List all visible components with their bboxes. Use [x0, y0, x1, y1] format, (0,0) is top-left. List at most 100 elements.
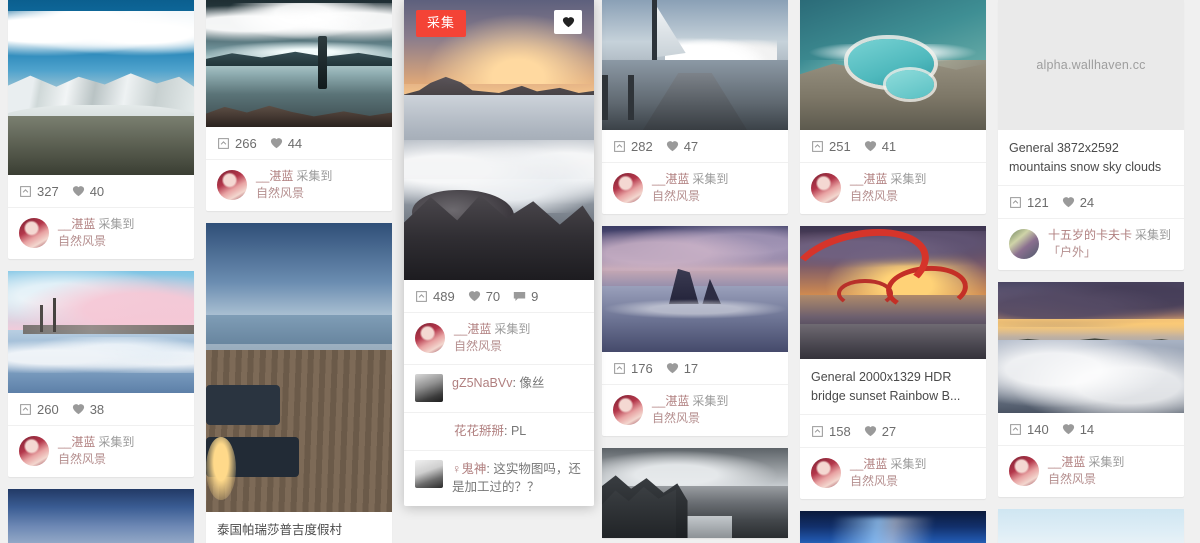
pin-card[interactable]: 泰国帕瑞莎普吉度假村 Paresa Resorts Phuket，一个幽静而 [206, 223, 392, 543]
board-name[interactable]: 自然风景 [850, 473, 926, 490]
avatar[interactable] [613, 173, 643, 203]
like-stat[interactable]: 40 [72, 184, 104, 199]
pin-image[interactable]: 采集 [404, 0, 594, 280]
repin-stat[interactable]: 121 [1009, 195, 1049, 210]
pin-user-row[interactable]: __湛蓝 采集到 自然风景 [800, 448, 986, 499]
pin-image[interactable] [800, 0, 986, 130]
repin-stat[interactable]: 260 [19, 402, 59, 417]
board-name[interactable]: 自然风景 [1048, 471, 1124, 488]
avatar[interactable] [811, 458, 841, 488]
user-name[interactable]: 十五岁的卡夫卡 [1048, 228, 1132, 242]
user-name[interactable]: __湛蓝 [652, 172, 689, 186]
commenter-name[interactable]: 花花掰掰 [454, 424, 504, 438]
avatar[interactable] [217, 170, 247, 200]
avatar[interactable] [811, 173, 841, 203]
like-stat[interactable]: 41 [864, 139, 896, 154]
pin-card[interactable]: 176 17 __湛蓝 采集到 自然风景 [602, 226, 788, 436]
user-name[interactable]: __湛蓝 [652, 394, 689, 408]
repin-stat[interactable]: 176 [613, 361, 653, 376]
pin-image[interactable] [800, 511, 986, 543]
avatar[interactable] [19, 218, 49, 248]
pin-user-row[interactable]: __湛蓝 采集到 自然风景 [602, 163, 788, 214]
pin-image[interactable] [800, 226, 986, 359]
like-stat[interactable]: 38 [72, 402, 104, 417]
pin-card[interactable]: 260 38 __湛蓝 采集到 自然风景 [8, 271, 194, 477]
user-name[interactable]: __湛蓝 [58, 435, 95, 449]
board-name[interactable]: 自然风景 [652, 188, 728, 205]
pin-user-row[interactable]: 十五岁的卡夫卡 采集到 「户外」 [998, 219, 1184, 270]
avatar[interactable] [613, 395, 643, 425]
board-name[interactable]: 自然风景 [256, 185, 332, 202]
like-stat[interactable]: 14 [1062, 422, 1094, 437]
like-stat[interactable]: 27 [864, 424, 896, 439]
avatar[interactable] [1009, 456, 1039, 486]
avatar[interactable] [1009, 229, 1039, 259]
pin-card[interactable] [602, 448, 788, 538]
pin-card[interactable]: General 2000x1329 HDR bridge sunset Rain… [800, 226, 986, 499]
like-button[interactable] [554, 10, 582, 34]
repin-stat[interactable]: 158 [811, 424, 851, 439]
board-name[interactable]: 自然风景 [850, 188, 926, 205]
pin-card[interactable]: 266 44 __湛蓝 采集到 自然风景 [206, 0, 392, 211]
pin-image[interactable] [206, 0, 392, 127]
repin-stat[interactable]: 489 [415, 289, 455, 304]
pin-image[interactable] [8, 271, 194, 393]
pin-card[interactable]: 327 40 __湛蓝 采集到 自然风景 [8, 0, 194, 259]
user-name[interactable]: __湛蓝 [454, 322, 491, 336]
pin-user-row[interactable]: __湛蓝 采集到 自然风景 [404, 313, 594, 364]
repin-stat[interactable]: 140 [1009, 422, 1049, 437]
repin-stat[interactable]: 327 [19, 184, 59, 199]
user-name[interactable]: __湛蓝 [1048, 455, 1085, 469]
repin-stat[interactable]: 266 [217, 136, 257, 151]
pin-image[interactable] [206, 223, 392, 512]
pin-card[interactable] [998, 509, 1184, 543]
pin-image[interactable] [998, 509, 1184, 543]
pin-image[interactable] [602, 448, 788, 538]
repin-stat[interactable]: 282 [613, 139, 653, 154]
pin-image[interactable] [602, 0, 788, 130]
commenter-name[interactable]: gZ5NaBVv [452, 376, 512, 390]
user-name[interactable]: __湛蓝 [850, 457, 887, 471]
pin-card[interactable] [8, 489, 194, 543]
comment-item[interactable]: gZ5NaBVv: 像丝 [404, 364, 594, 412]
pin-image[interactable] [602, 226, 788, 352]
like-stat[interactable]: 17 [666, 361, 698, 376]
pin-user-row[interactable]: __湛蓝 采集到 自然风景 [8, 208, 194, 259]
board-name[interactable]: 自然风景 [58, 233, 134, 250]
comment-stat[interactable]: 9 [513, 289, 538, 304]
like-stat[interactable]: 47 [666, 139, 698, 154]
board-name[interactable]: 自然风景 [652, 410, 728, 427]
pin-card-hovered[interactable]: 采集 489 70 9 __湛蓝 采集到 自然风景 gZ5NaBVv: 像丝 花… [404, 0, 594, 506]
user-name[interactable]: __湛蓝 [58, 217, 95, 231]
pin-image[interactable] [8, 489, 194, 543]
board-name[interactable]: 「户外」 [1048, 244, 1171, 261]
pin-image[interactable] [998, 282, 1184, 413]
pin-user-row[interactable]: __湛蓝 采集到 自然风景 [602, 385, 788, 436]
comment-item[interactable]: ♀鬼神: 这实物图吗，还是加工过的？？ [404, 450, 594, 506]
collect-button[interactable]: 采集 [416, 10, 467, 37]
pin-card[interactable]: 140 14 __湛蓝 采集到 自然风景 [998, 282, 1184, 497]
board-name[interactable]: 自然风景 [454, 338, 530, 355]
pin-card[interactable]: alpha.wallhaven.cc General 3872x2592 mou… [998, 0, 1184, 270]
pin-card[interactable]: 251 41 __湛蓝 采集到 自然风景 [800, 0, 986, 214]
comment-item[interactable]: 花花掰掰: PL [404, 412, 594, 450]
board-name[interactable]: 自然风景 [58, 451, 134, 468]
commenter-avatar[interactable] [415, 460, 443, 488]
pin-card[interactable]: 282 47 __湛蓝 采集到 自然风景 [602, 0, 788, 214]
pin-user-row[interactable]: __湛蓝 采集到 自然风景 [206, 160, 392, 211]
pin-user-row[interactable]: __湛蓝 采集到 自然风景 [8, 426, 194, 477]
commenter-name[interactable]: ♀鬼神 [452, 462, 486, 476]
like-stat[interactable]: 44 [270, 136, 302, 151]
pin-user-row[interactable]: __湛蓝 采集到 自然风景 [998, 446, 1184, 497]
repin-stat[interactable]: 251 [811, 139, 851, 154]
avatar[interactable] [19, 436, 49, 466]
user-name[interactable]: __湛蓝 [256, 169, 293, 183]
avatar[interactable] [415, 323, 445, 353]
pin-card[interactable] [800, 511, 986, 543]
pin-image[interactable] [8, 0, 194, 175]
like-stat[interactable]: 70 [468, 289, 500, 304]
pin-user-row[interactable]: __湛蓝 采集到 自然风景 [800, 163, 986, 214]
commenter-avatar[interactable] [415, 374, 443, 402]
user-name[interactable]: __湛蓝 [850, 172, 887, 186]
like-stat[interactable]: 24 [1062, 195, 1094, 210]
